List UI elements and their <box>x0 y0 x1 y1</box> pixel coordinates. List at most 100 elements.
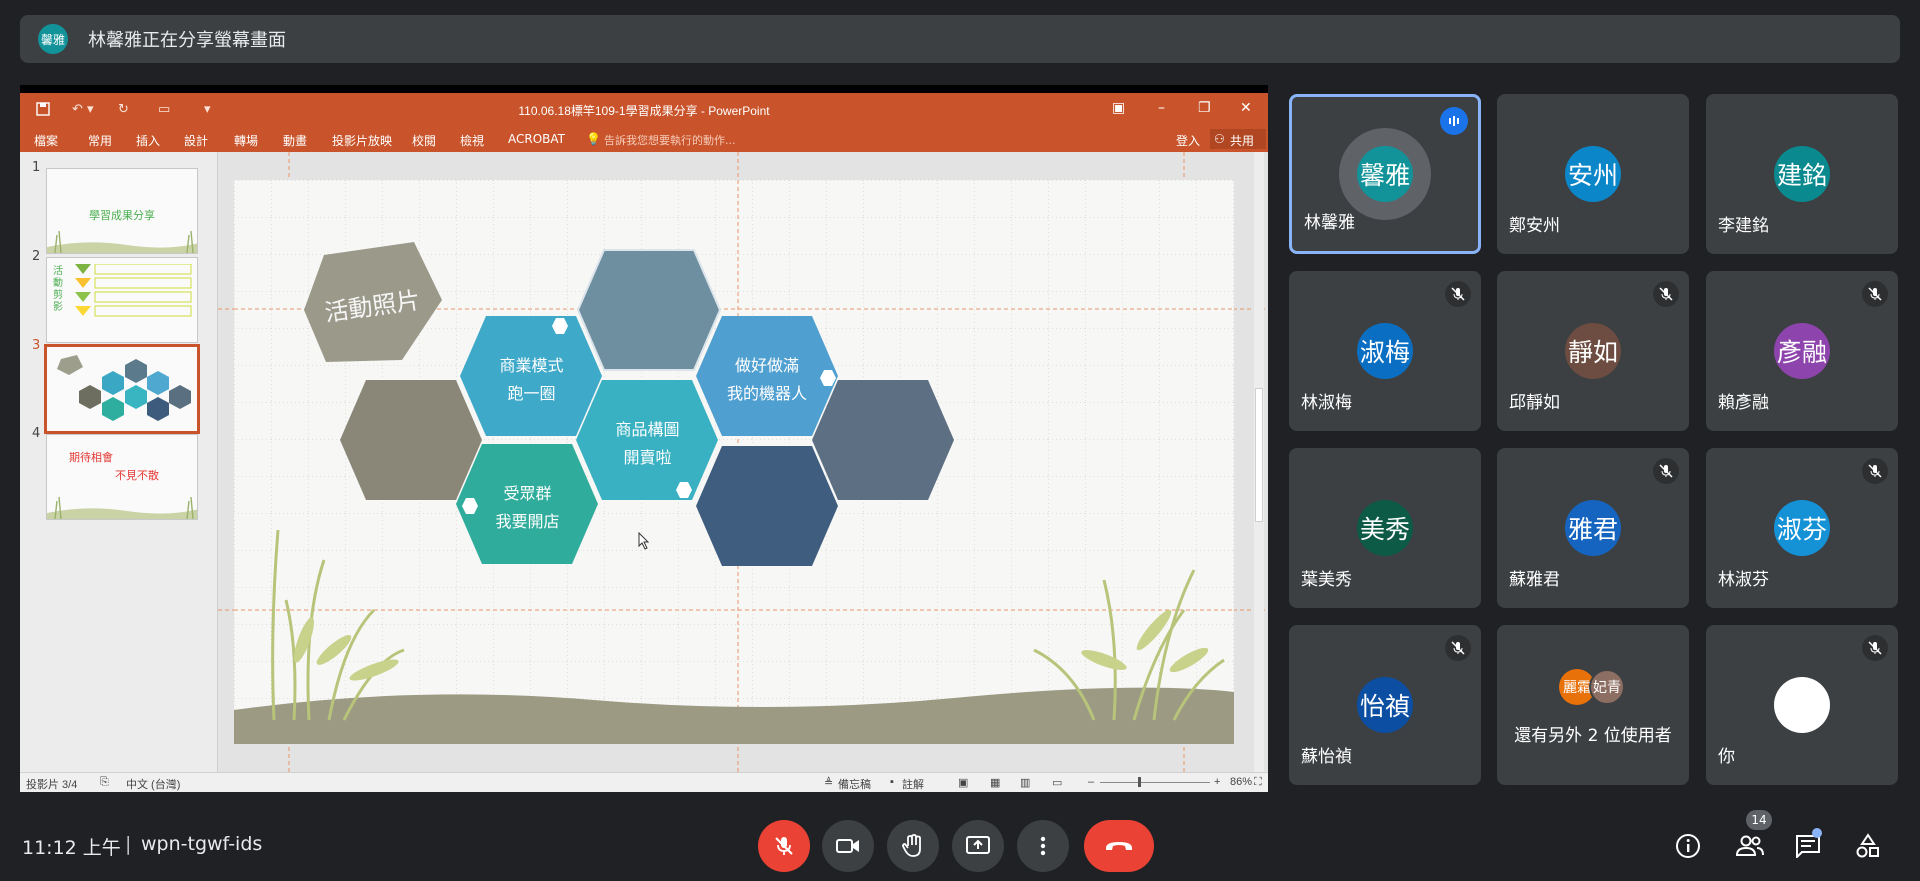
participant-tile[interactable]: 彥融 賴彥融 <box>1706 271 1898 431</box>
slide-editor[interactable]: 活動照片 商業模式 跑一圈 商品構圖 開賣啦 受眾群 我要開店 做好做滿 我的機器人 <box>218 152 1268 772</box>
camera-icon <box>836 839 859 853</box>
share-label: 共用 <box>1230 134 1255 148</box>
ppt-body: 1 學習成果分享 2 活動剪影 3 4 期待相會 不見不散 活動照片 商業模式 … <box>20 152 1268 772</box>
avatar: 安州 <box>1565 146 1621 202</box>
comments-button[interactable]: 註解 <box>902 776 924 792</box>
avatar: 馨雅 <box>1357 146 1413 202</box>
slide-canvas[interactable]: 活動照片 商業模式 跑一圈 商品構圖 開賣啦 受眾群 我要開店 做好做滿 我的機器人 <box>234 180 1234 744</box>
notes-icon[interactable]: ≜ <box>824 776 833 789</box>
avatar: 彥融 <box>1774 323 1830 379</box>
present-screen-button[interactable] <box>952 820 1004 872</box>
more-vert-icon <box>1040 836 1046 856</box>
camera-toggle-button[interactable] <box>822 820 874 872</box>
leave-call-button[interactable] <box>1084 820 1154 872</box>
mic-off-icon <box>1862 635 1888 661</box>
scrollbar-thumb[interactable] <box>1255 388 1263 522</box>
tab-transitions[interactable]: 轉場 <box>234 132 258 149</box>
tab-file[interactable]: 檔案 <box>34 132 58 149</box>
slideshow-view-icon[interactable]: ▭ <box>1052 776 1062 789</box>
zoom-in-button[interactable]: + <box>1214 776 1220 788</box>
thumb4-line2: 不見不散 <box>115 469 159 482</box>
spellcheck-icon[interactable]: ⎘ <box>100 776 109 789</box>
vertical-scrollbar[interactable] <box>1254 152 1264 772</box>
raise-hand-button[interactable] <box>887 820 939 872</box>
participant-name: 你 <box>1718 747 1735 767</box>
participant-tile[interactable]: 馨雅 林馨雅 <box>1289 94 1481 254</box>
participant-tile[interactable]: 美秀 葉美秀 <box>1289 448 1481 608</box>
activities-icon <box>1856 833 1879 858</box>
participant-name: 邱靜如 <box>1509 393 1560 413</box>
comments-icon[interactable]: ▪ <box>890 776 894 788</box>
meeting-info-button[interactable] <box>1670 828 1706 864</box>
slide-thumbnail-4[interactable]: 期待相會 不見不散 <box>46 434 198 520</box>
tab-acrobat[interactable]: ACROBAT <box>508 132 565 146</box>
zoom-slider[interactable] <box>1100 782 1210 783</box>
close-icon[interactable]: ✕ <box>1240 100 1252 116</box>
participant-name: 李建銘 <box>1718 216 1769 236</box>
zoom-level[interactable]: 86% <box>1230 776 1252 788</box>
avatar: 美秀 <box>1357 500 1413 556</box>
reading-view-icon[interactable]: ▥ <box>1020 776 1030 789</box>
tab-design[interactable]: 設計 <box>184 132 208 149</box>
slide-thumbnail-3[interactable] <box>44 344 200 434</box>
normal-view-icon[interactable]: ▣ <box>958 776 968 789</box>
ribbon-display-icon[interactable]: ▣ <box>1112 100 1125 116</box>
tab-insert[interactable]: 插入 <box>136 132 160 149</box>
tab-home[interactable]: 常用 <box>88 132 112 149</box>
hex2-line1: 商品構圖 <box>615 420 680 439</box>
hex2-line2: 開賣啦 <box>623 448 672 467</box>
presenting-banner: 馨雅 林馨雅正在分享螢幕畫面 <box>20 15 1900 63</box>
avatar: 妃青 <box>1589 669 1625 705</box>
avatar: 建銘 <box>1774 146 1830 202</box>
activities-button[interactable] <box>1850 828 1886 864</box>
tab-slideshow[interactable]: 投影片放映 <box>332 132 392 149</box>
signin-link[interactable]: 登入 <box>1176 132 1200 149</box>
hex3-line1: 受眾群 <box>503 484 552 503</box>
language-status[interactable]: 中文 (台灣) <box>126 776 180 792</box>
minimize-icon[interactable]: – <box>1158 100 1165 116</box>
self-tile[interactable]: 你 <box>1706 625 1898 785</box>
others-tile[interactable]: 麗霜 妃青 還有另外 2 位使用者 <box>1497 625 1689 785</box>
sorter-view-icon[interactable]: ▦ <box>990 776 1000 789</box>
zoom-out-button[interactable]: – <box>1088 776 1094 788</box>
mic-off-icon <box>1653 281 1679 307</box>
tellme-input[interactable]: 告訴我您想要執行的動作... <box>604 132 736 148</box>
participant-tile[interactable]: 淑芬 林淑芬 <box>1706 448 1898 608</box>
participant-tile[interactable]: 安州 鄭安州 <box>1497 94 1689 254</box>
hex-product: 商品構圖 開賣啦 <box>600 416 695 472</box>
hex-robot: 做好做滿 我的機器人 <box>712 352 822 408</box>
tab-animations[interactable]: 動畫 <box>283 132 307 149</box>
participant-tile[interactable]: 建銘 李建銘 <box>1706 94 1898 254</box>
ppt-titlebar: ↶ ▾ ↻ ▭ ▾ 110.06.18標竿109-1學習成果分享 - Power… <box>20 93 1268 126</box>
restore-icon[interactable]: ❐ <box>1198 100 1211 116</box>
participant-name: 蘇怡禎 <box>1301 747 1352 767</box>
avatar: 淑芬 <box>1774 500 1830 556</box>
people-button[interactable] <box>1732 828 1768 864</box>
participant-tile[interactable]: 淑梅 林淑梅 <box>1289 271 1481 431</box>
meeting-code[interactable]: wpn-tgwf-ids <box>141 833 262 855</box>
person-icon: ⚇ <box>1214 132 1225 146</box>
participant-tile[interactable]: 怡禎 蘇怡禎 <box>1289 625 1481 785</box>
fit-slide-icon[interactable]: ⛶ <box>1254 776 1262 789</box>
shared-screen: ↶ ▾ ↻ ▭ ▾ 110.06.18標竿109-1學習成果分享 - Power… <box>20 85 1268 792</box>
tab-review[interactable]: 校閱 <box>412 132 436 149</box>
slide-thumbnail-2[interactable]: 活動剪影 <box>46 257 198 343</box>
participant-tile[interactable]: 雅君 蘇雅君 <box>1497 448 1689 608</box>
hex4-line2: 我的機器人 <box>726 384 807 403</box>
participant-name: 葉美秀 <box>1301 570 1352 590</box>
more-options-button[interactable] <box>1017 820 1069 872</box>
separator: | <box>125 833 132 855</box>
zoom-slider-thumb[interactable] <box>1138 777 1141 787</box>
people-icon <box>1735 835 1764 856</box>
tab-view[interactable]: 檢視 <box>460 132 484 149</box>
participant-tile[interactable]: 靜如 邱靜如 <box>1497 271 1689 431</box>
participant-name: 蘇雅君 <box>1509 570 1560 590</box>
hex1-line2: 跑一圈 <box>507 384 556 403</box>
participant-name: 林淑芬 <box>1718 570 1769 590</box>
mic-toggle-button[interactable] <box>758 820 810 872</box>
slide-thumbnail-1[interactable]: 學習成果分享 <box>46 168 198 254</box>
mic-off-icon <box>1445 281 1471 307</box>
ppt-statusbar: 投影片 3/4 ⎘ 中文 (台灣) ≜ 備忘稿 ▪ 註解 ▣ ▦ ▥ ▭ – +… <box>20 772 1268 792</box>
notes-button[interactable]: 備忘稿 <box>838 776 871 792</box>
hang-up-icon <box>1106 842 1132 850</box>
